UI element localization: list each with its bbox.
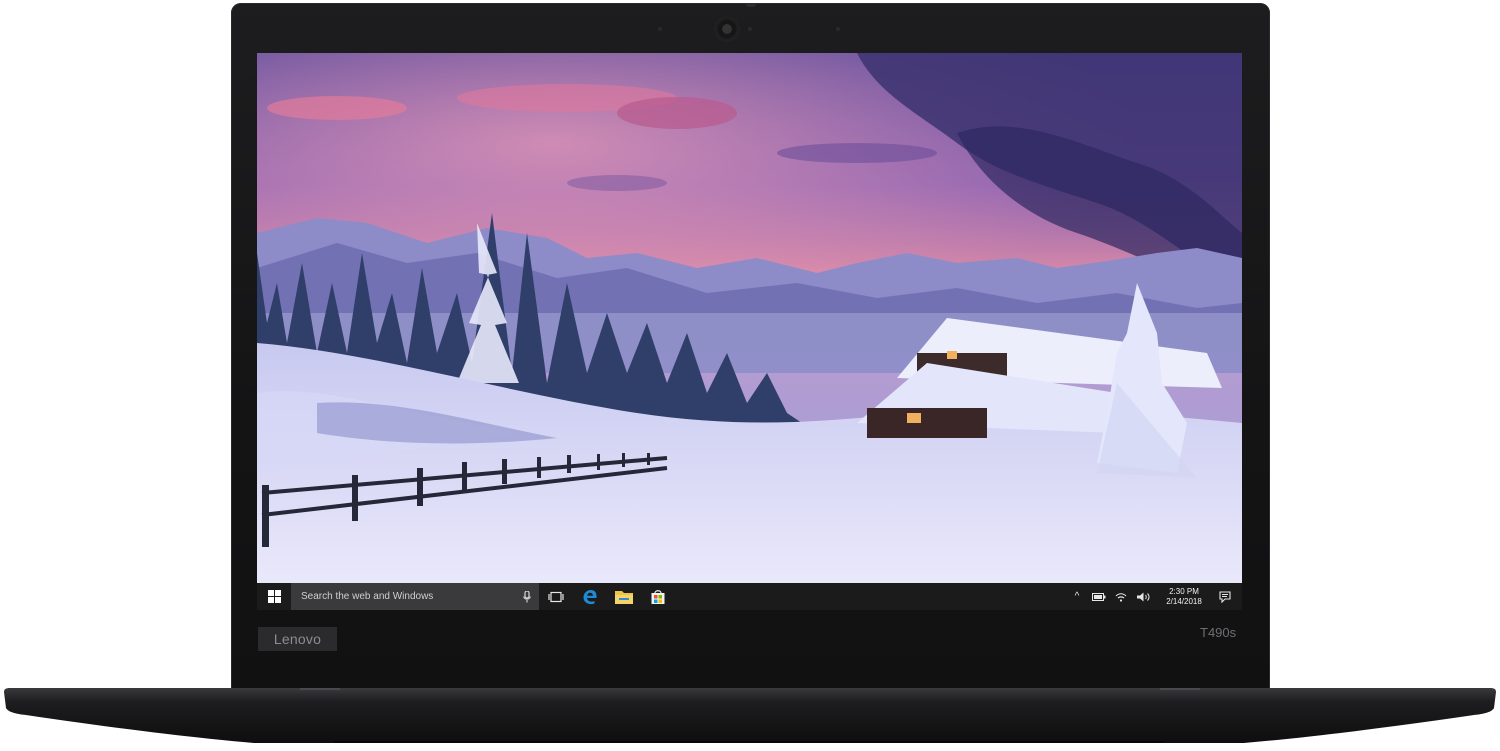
lenovo-logo: Lenovo [258, 627, 337, 651]
battery-icon [1092, 592, 1106, 601]
laptop-screen: Search the web and Windows ^ 2:30 PM 2/1… [257, 53, 1242, 610]
wifi-icon [1115, 592, 1127, 602]
volume-button[interactable] [1132, 583, 1154, 610]
task-view-button[interactable] [539, 583, 573, 610]
task-view-icon [548, 591, 564, 602]
start-button[interactable] [257, 583, 291, 610]
windows-logo-icon [267, 590, 281, 603]
edge-browser-icon [583, 589, 597, 604]
model-label: T490s [1200, 625, 1237, 640]
action-center-icon [1219, 590, 1231, 603]
windows-taskbar: Search the web and Windows ^ 2:30 PM 2/1… [257, 583, 1242, 610]
desktop-wallpaper [257, 53, 1242, 583]
search-placeholder: Search the web and Windows [301, 591, 434, 602]
system-tray: ^ 2:30 PM 2/14/2018 [1066, 583, 1242, 610]
file-explorer-button[interactable] [607, 583, 641, 610]
sensor-dot [836, 27, 840, 31]
store-button[interactable] [641, 583, 675, 610]
store-icon [651, 589, 665, 604]
clock-time: 2:30 PM [1169, 586, 1199, 596]
sensor-dot [658, 27, 662, 31]
lid-notch [746, 3, 756, 7]
microphone-icon[interactable] [523, 590, 531, 603]
taskbar-clock[interactable]: 2:30 PM 2/14/2018 [1154, 587, 1214, 607]
battery-button[interactable] [1088, 583, 1110, 610]
action-center-button[interactable] [1214, 583, 1236, 610]
webcam-icon [716, 18, 738, 40]
show-hidden-icons-button[interactable]: ^ [1066, 583, 1088, 610]
sensor-dot [748, 27, 752, 31]
network-button[interactable] [1110, 583, 1132, 610]
edge-browser-button[interactable] [573, 583, 607, 610]
clock-date: 2/14/2018 [1166, 596, 1202, 606]
taskbar-search-box[interactable]: Search the web and Windows [291, 583, 539, 610]
volume-icon [1136, 592, 1149, 601]
laptop-base [4, 688, 1496, 743]
file-explorer-icon [615, 590, 633, 604]
